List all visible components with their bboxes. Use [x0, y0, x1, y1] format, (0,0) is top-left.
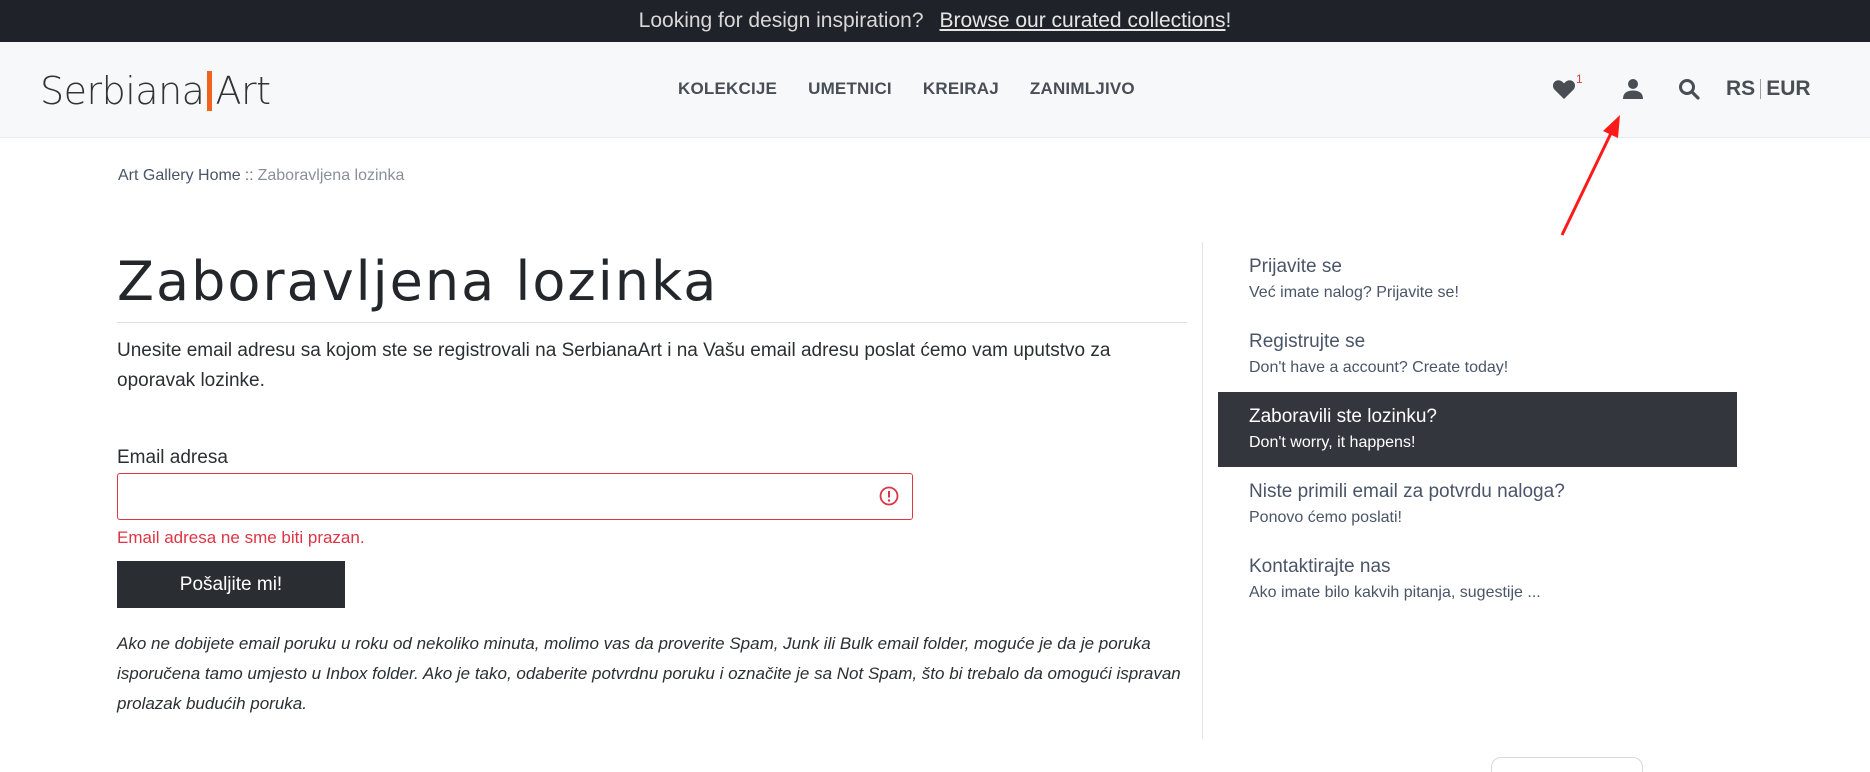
intro-text: Unesite email adresu sa kojom ste se reg… [117, 340, 1111, 391]
sidebar-item-subtitle: Don't worry, it happens! [1249, 434, 1416, 451]
nav-item-zanimljivo[interactable]: ZANIMLJIVO [1030, 79, 1135, 99]
email-label: Email adresa [117, 447, 228, 468]
sidebar-item-subtitle: Ponovo ćemo poslati! [1249, 509, 1402, 526]
currency-selector[interactable]: EUR [1766, 77, 1810, 101]
sidebar-item-register[interactable]: Registrujte se Don't have a account? Cre… [1218, 317, 1737, 392]
sidebar-item-title: Zaboravili ste lozinku? [1249, 406, 1437, 427]
search-button[interactable] [1674, 74, 1704, 104]
wishlist-button[interactable]: 1 [1552, 72, 1588, 104]
sidebar-item-subtitle: Ako imate bilo kakvih pitanja, sugestije… [1249, 584, 1541, 601]
promo-link[interactable]: Browse our curated collections [940, 9, 1226, 33]
nav-item-kreiraj[interactable]: KREIRAJ [923, 79, 999, 99]
locale-switcher[interactable]: RS EUR [1726, 74, 1811, 104]
breadcrumb-current: Zaboravljena lozinka [257, 167, 405, 184]
email-input[interactable] [117, 473, 913, 520]
user-icon [1623, 79, 1643, 99]
logo-accent-bar [207, 71, 213, 111]
site-logo[interactable]: Serbiana Art [40, 68, 271, 114]
nav-item-kolekcije[interactable]: KOLEKCIJE [678, 79, 777, 99]
sidebar-divider [1202, 242, 1203, 739]
breadcrumb-home-link[interactable]: Art Gallery Home [118, 167, 241, 184]
sidebar-item-contact[interactable]: Kontaktirajte nas Ako imate bilo kakvih … [1218, 542, 1737, 617]
search-icon [1679, 79, 1700, 100]
sidebar-item-forgot-password[interactable]: Zaboravili ste lozinku? Don't worry, it … [1218, 392, 1737, 467]
sidebar-item-subtitle: Don't have a account? Create today! [1249, 359, 1509, 376]
promo-text: Looking for design inspiration? [638, 9, 924, 32]
language-selector[interactable]: RS [1726, 77, 1755, 101]
locale-divider [1760, 79, 1762, 99]
sidebar-item-resend-confirmation[interactable]: Niste primili email za potvrdu naloga? P… [1218, 467, 1737, 542]
wishlist-count-badge: 1 [1576, 72, 1583, 86]
nav-item-umetnici[interactable]: UMETNICI [808, 79, 892, 99]
promo-bar: Looking for design inspiration? Browse o… [0, 0, 1870, 42]
submit-button[interactable]: Pošaljite mi! [117, 561, 345, 608]
sidebar-item-title: Prijavite se [1249, 256, 1342, 277]
breadcrumb-separator: :: [244, 167, 254, 184]
heart-icon [1552, 80, 1576, 99]
sidebar-item-login[interactable]: Prijavite se Već imate nalog? Prijavite … [1218, 242, 1737, 317]
sidebar-item-title: Niste primili email za potvrdu naloga? [1249, 481, 1565, 502]
promo-suffix: ! [1225, 9, 1232, 32]
email-error-message: Email adresa ne sme biti prazan. [117, 528, 365, 547]
site-header: Serbiana Art KOLEKCIJE UMETNICI KREIRAJ … [0, 42, 1870, 138]
account-sidebar: Prijavite se Već imate nalog? Prijavite … [1218, 242, 1737, 617]
floating-widget[interactable] [1491, 757, 1643, 772]
sidebar-item-title: Kontaktirajte nas [1249, 556, 1391, 577]
spam-note: Ako ne dobijete email poruku u roku od n… [117, 634, 1181, 713]
error-icon [879, 486, 899, 506]
account-button[interactable] [1618, 74, 1648, 104]
logo-text-left: Serbiana [40, 69, 205, 113]
breadcrumb: Art Gallery Home:: Zaboravljena lozinka [118, 167, 404, 185]
page-title: Zaboravljena lozinka [117, 250, 719, 313]
title-divider [117, 322, 1187, 323]
sidebar-item-subtitle: Već imate nalog? Prijavite se! [1249, 284, 1459, 301]
sidebar-item-title: Registrujte se [1249, 331, 1366, 352]
logo-text-right: Art [215, 69, 271, 113]
main-nav: KOLEKCIJE UMETNICI KREIRAJ ZANIMLJIVO [678, 79, 1135, 99]
